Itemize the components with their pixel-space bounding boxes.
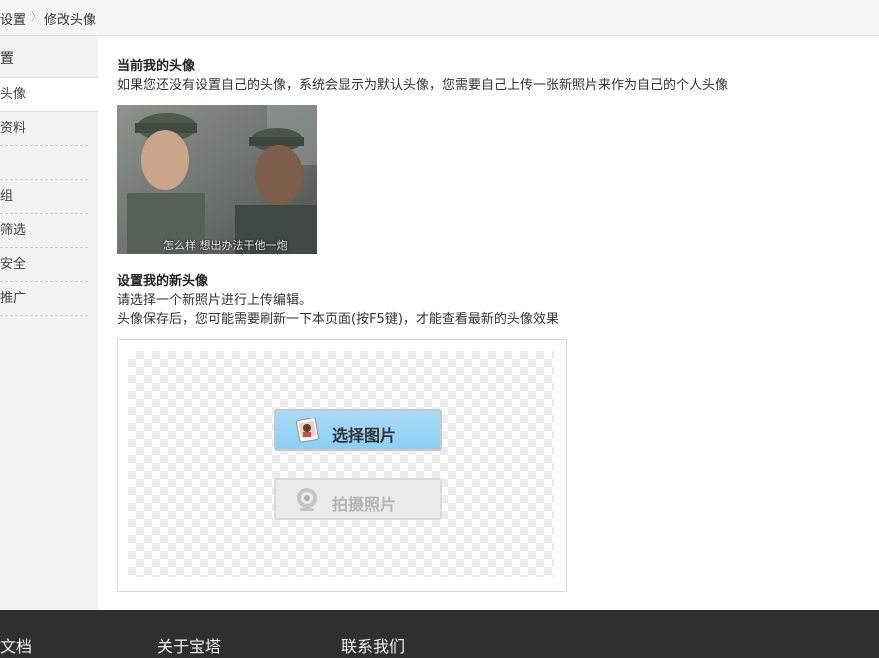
new-avatar-refresh-note: 头像保存后，您可能需要刷新一下本页面(按F5键)，才能查看最新的头像效果 <box>117 312 559 327</box>
breadcrumb-current: 修改头像 <box>44 13 97 28</box>
avatar-upload-canvas: 选择图片 拍摄照片 <box>128 351 554 577</box>
select-image-label: 选择图片 <box>332 426 397 445</box>
new-avatar-instruction: 请选择一个新照片进行上传编辑。 <box>117 293 313 308</box>
footer-link-contact[interactable]: 联系我们 <box>341 633 405 657</box>
sidebar: 置 头像 资料 组 筛选 安全 推广 <box>0 36 98 610</box>
sidebar-item-group[interactable]: 组 <box>0 180 88 214</box>
footer-link-docs[interactable]: 文档 <box>0 633 32 657</box>
new-avatar-title: 设置我的新头像 <box>117 274 209 289</box>
portrait-photo-icon <box>294 417 320 448</box>
sidebar-item-profile[interactable]: 资料 <box>0 112 88 146</box>
sidebar-item-filter[interactable]: 筛选 <box>0 214 88 248</box>
current-avatar-description: 如果您还没有设置自己的头像，系统会显示为默认头像，您需要自己上传一张新照片来作为… <box>117 78 729 93</box>
sidebar-item-avatar[interactable]: 头像 <box>0 77 98 112</box>
footer: 文档 关于宝塔 联系我们 <box>0 610 879 658</box>
avatar-image-caption: 怎么样 想出办法干他一炮 <box>163 239 288 252</box>
sidebar-item-blank[interactable] <box>0 146 88 180</box>
take-photo-label: 拍摄照片 <box>332 495 397 514</box>
avatar-upload-panel: 选择图片 拍摄照片 <box>117 339 567 592</box>
sidebar-item-promotion[interactable]: 推广 <box>0 282 88 316</box>
sidebar-item-security[interactable]: 安全 <box>0 248 88 282</box>
take-photo-button[interactable]: 拍摄照片 <box>274 478 442 520</box>
current-avatar-title: 当前我的头像 <box>117 59 196 74</box>
webcam-icon <box>294 487 320 517</box>
breadcrumb-separator-icon: 〉 <box>31 10 42 23</box>
select-image-button[interactable]: 选择图片 <box>274 409 442 451</box>
avatar-photo-icon <box>117 105 317 254</box>
footer-link-about[interactable]: 关于宝塔 <box>157 633 221 657</box>
sidebar-heading: 置 <box>0 51 14 67</box>
breadcrumb-parent-link[interactable]: 设置 <box>0 9 26 28</box>
breadcrumb-bar: 设置 〉 修改头像 <box>0 0 879 36</box>
current-avatar-image: 怎么样 想出办法干他一炮 <box>117 105 317 254</box>
